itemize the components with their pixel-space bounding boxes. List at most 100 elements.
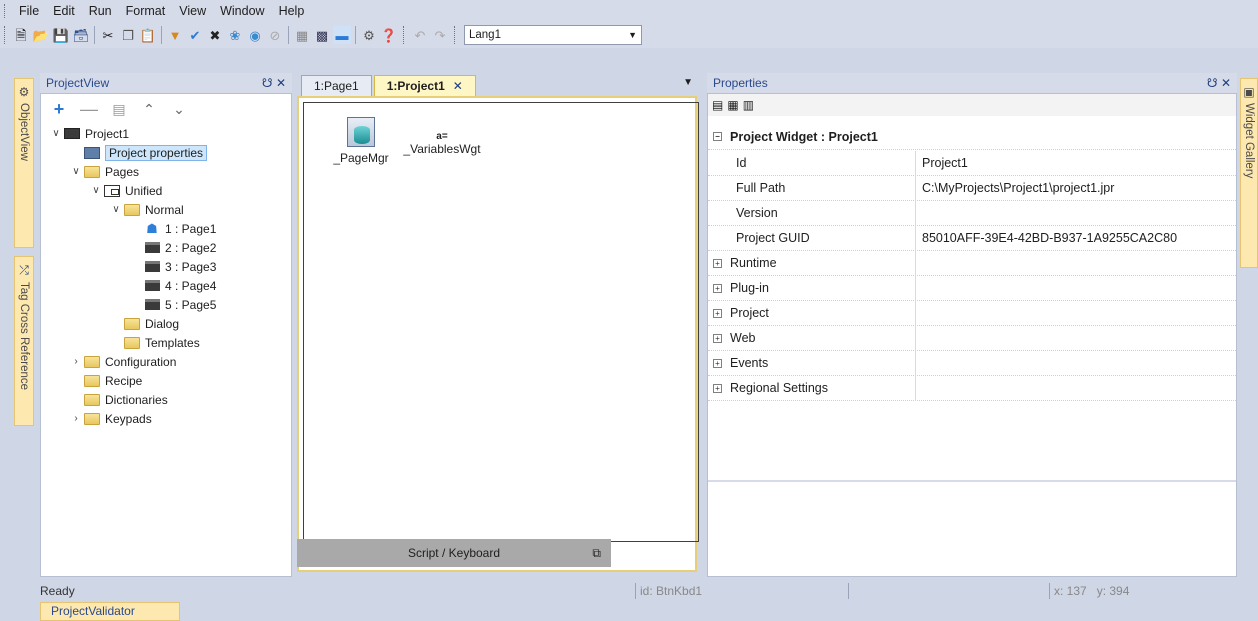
menu-edit[interactable]: Edit — [46, 0, 82, 22]
redo-icon[interactable]: ↷ — [431, 26, 449, 44]
expand-icon[interactable]: + — [713, 308, 722, 318]
menu-help[interactable]: Help — [272, 0, 312, 22]
help-icon[interactable]: ❓ — [380, 26, 398, 44]
download-icon[interactable]: ▼ — [166, 26, 184, 44]
settings-icon[interactable]: ⚙ — [360, 26, 378, 44]
tag-cross-reference-tab[interactable]: ⤮ Tag Cross Reference — [14, 256, 34, 426]
chevron-down-icon[interactable]: ∨ — [69, 166, 83, 177]
object-view-tab[interactable]: ⚙ ObjectView — [14, 78, 34, 248]
tree-item[interactable]: 5 : Page5 — [129, 295, 216, 314]
property-row[interactable]: Full Path C:\MyProjects\Project1\project1… — [708, 175, 1236, 201]
project-validator-tab[interactable]: ProjectValidator — [40, 602, 180, 621]
tree-item[interactable]: ∨ Unified — [89, 181, 162, 200]
tree-item[interactable]: Dialog — [109, 314, 179, 333]
new-icon[interactable]: 🗎 — [12, 26, 30, 44]
menu-run[interactable]: Run — [82, 0, 119, 22]
property-row[interactable]: + Regional Settings — [708, 375, 1236, 401]
chevron-down-icon[interactable]: ∨ — [89, 185, 103, 196]
menu-bar: File Edit Run Format View Window Help — [0, 0, 1258, 22]
save-icon[interactable]: 💾 — [52, 26, 70, 44]
paste-icon[interactable]: 📋 — [139, 26, 157, 44]
tree-item[interactable]: › Configuration — [69, 352, 176, 371]
close-icon[interactable]: ✕ — [276, 76, 286, 90]
grid-icon[interactable]: ▦ — [293, 26, 311, 44]
restore-icon[interactable]: ⧉ — [592, 546, 601, 561]
property-name: Events — [730, 356, 769, 370]
tab-dropdown-icon[interactable]: ▼ — [683, 77, 693, 88]
menu-format[interactable]: Format — [119, 0, 173, 22]
widget-gallery-tab[interactable]: ▣ Widget Gallery — [1240, 78, 1258, 268]
menu-window[interactable]: Window — [213, 0, 271, 22]
property-value[interactable]: 85010AFF-39E4-42BD-B937-1A9255CA2C80 — [916, 231, 1177, 245]
stop-icon[interactable]: ⊘ — [266, 26, 284, 44]
property-row[interactable]: Id Project1 — [708, 150, 1236, 176]
property-value[interactable]: C:\MyProjects\Project1\project1.jpr — [916, 181, 1114, 195]
status-x: x: 137 — [1054, 584, 1087, 598]
add-icon[interactable]: + — [49, 99, 69, 120]
pin-icon[interactable]: ☋ — [1207, 76, 1218, 90]
debug-icon[interactable]: ❀ — [226, 26, 244, 44]
tree-item[interactable]: 4 : Page4 — [129, 276, 216, 295]
cut-icon[interactable]: ✂ — [99, 26, 117, 44]
property-row[interactable]: Version — [708, 200, 1236, 226]
property-row[interactable]: + Plug-in — [708, 275, 1236, 301]
close-icon[interactable]: ✕ — [453, 79, 463, 93]
tree-item[interactable]: ∨ Pages — [69, 162, 139, 181]
snap-icon[interactable]: ▩ — [313, 26, 331, 44]
copy-icon[interactable]: ❐ — [119, 26, 137, 44]
undo-icon[interactable]: ↶ — [411, 26, 429, 44]
page-canvas[interactable]: _PageMgr a= _VariablesWgt — [297, 96, 699, 572]
rename-icon[interactable]: ▤ — [109, 101, 129, 118]
collapse-all-icon[interactable]: ▥ — [743, 98, 754, 112]
pin-icon[interactable]: ☋ — [262, 76, 273, 90]
expand-icon[interactable]: + — [713, 358, 722, 368]
tab-page1[interactable]: 1:Page1 — [301, 75, 372, 96]
move-down-icon[interactable]: ⌄ — [169, 101, 189, 118]
folder-icon — [83, 393, 101, 407]
script-keyboard-bar[interactable]: Script / Keyboard ⧉ — [297, 539, 611, 567]
chevron-right-icon[interactable]: › — [69, 356, 83, 367]
page-manager-widget[interactable]: _PageMgr — [326, 117, 396, 165]
language-select[interactable]: Lang1 ▼ — [464, 25, 642, 45]
expand-all-icon[interactable]: ▦ — [727, 98, 738, 112]
chevron-down-icon[interactable]: ∨ — [109, 204, 123, 215]
tree-item[interactable]: ∨ Project1 — [49, 124, 129, 143]
property-value[interactable]: Project1 — [916, 156, 968, 170]
collapse-icon[interactable]: − — [713, 132, 722, 141]
align-icon[interactable]: ▬ — [333, 26, 351, 44]
tree-item[interactable]: Recipe — [69, 371, 142, 390]
simulate-icon[interactable]: ◉ — [246, 26, 264, 44]
expand-icon[interactable]: + — [713, 383, 722, 393]
categorized-icon[interactable]: ▤ — [712, 98, 723, 112]
tree-item[interactable]: › Keypads — [69, 409, 151, 428]
move-up-icon[interactable]: ⌃ — [139, 101, 159, 118]
close-icon[interactable]: ✕ — [1221, 76, 1231, 90]
check-icon[interactable]: ✔ — [186, 26, 204, 44]
tree-item[interactable]: Templates — [109, 333, 200, 352]
property-section-header[interactable]: − Project Widget : Project1 — [708, 124, 1236, 150]
tree-item[interactable]: Dictionaries — [69, 390, 168, 409]
tree-item[interactable]: 2 : Page2 — [129, 238, 216, 257]
variables-widget[interactable]: a= _VariablesWgt — [402, 131, 482, 156]
menu-file[interactable]: File — [12, 0, 46, 22]
tree-item[interactable]: Project properties — [69, 143, 208, 162]
tree-item[interactable]: ☗ 1 : Page1 — [129, 219, 216, 238]
chevron-right-icon[interactable]: › — [69, 413, 83, 424]
expand-icon[interactable]: + — [713, 258, 722, 268]
open-icon[interactable]: 📂 — [32, 26, 50, 44]
build-icon[interactable]: ✖ — [206, 26, 224, 44]
save-all-icon[interactable]: 🗃 — [72, 26, 90, 44]
property-row[interactable]: + Events — [708, 350, 1236, 376]
chevron-down-icon[interactable]: ∨ — [49, 128, 63, 139]
expand-icon[interactable]: + — [713, 333, 722, 343]
tab-project1[interactable]: 1:Project1 ✕ — [373, 75, 476, 96]
menu-view[interactable]: View — [172, 0, 213, 22]
property-row[interactable]: + Web — [708, 325, 1236, 351]
remove-icon[interactable]: — — [79, 99, 99, 120]
tree-item[interactable]: 3 : Page3 — [129, 257, 216, 276]
property-row[interactable]: + Project — [708, 300, 1236, 326]
property-row[interactable]: + Runtime — [708, 250, 1236, 276]
expand-icon[interactable]: + — [713, 283, 722, 293]
tree-item[interactable]: ∨ Normal — [109, 200, 183, 219]
property-row[interactable]: Project GUID 85010AFF-39E4-42BD-B937-1A92… — [708, 225, 1236, 251]
